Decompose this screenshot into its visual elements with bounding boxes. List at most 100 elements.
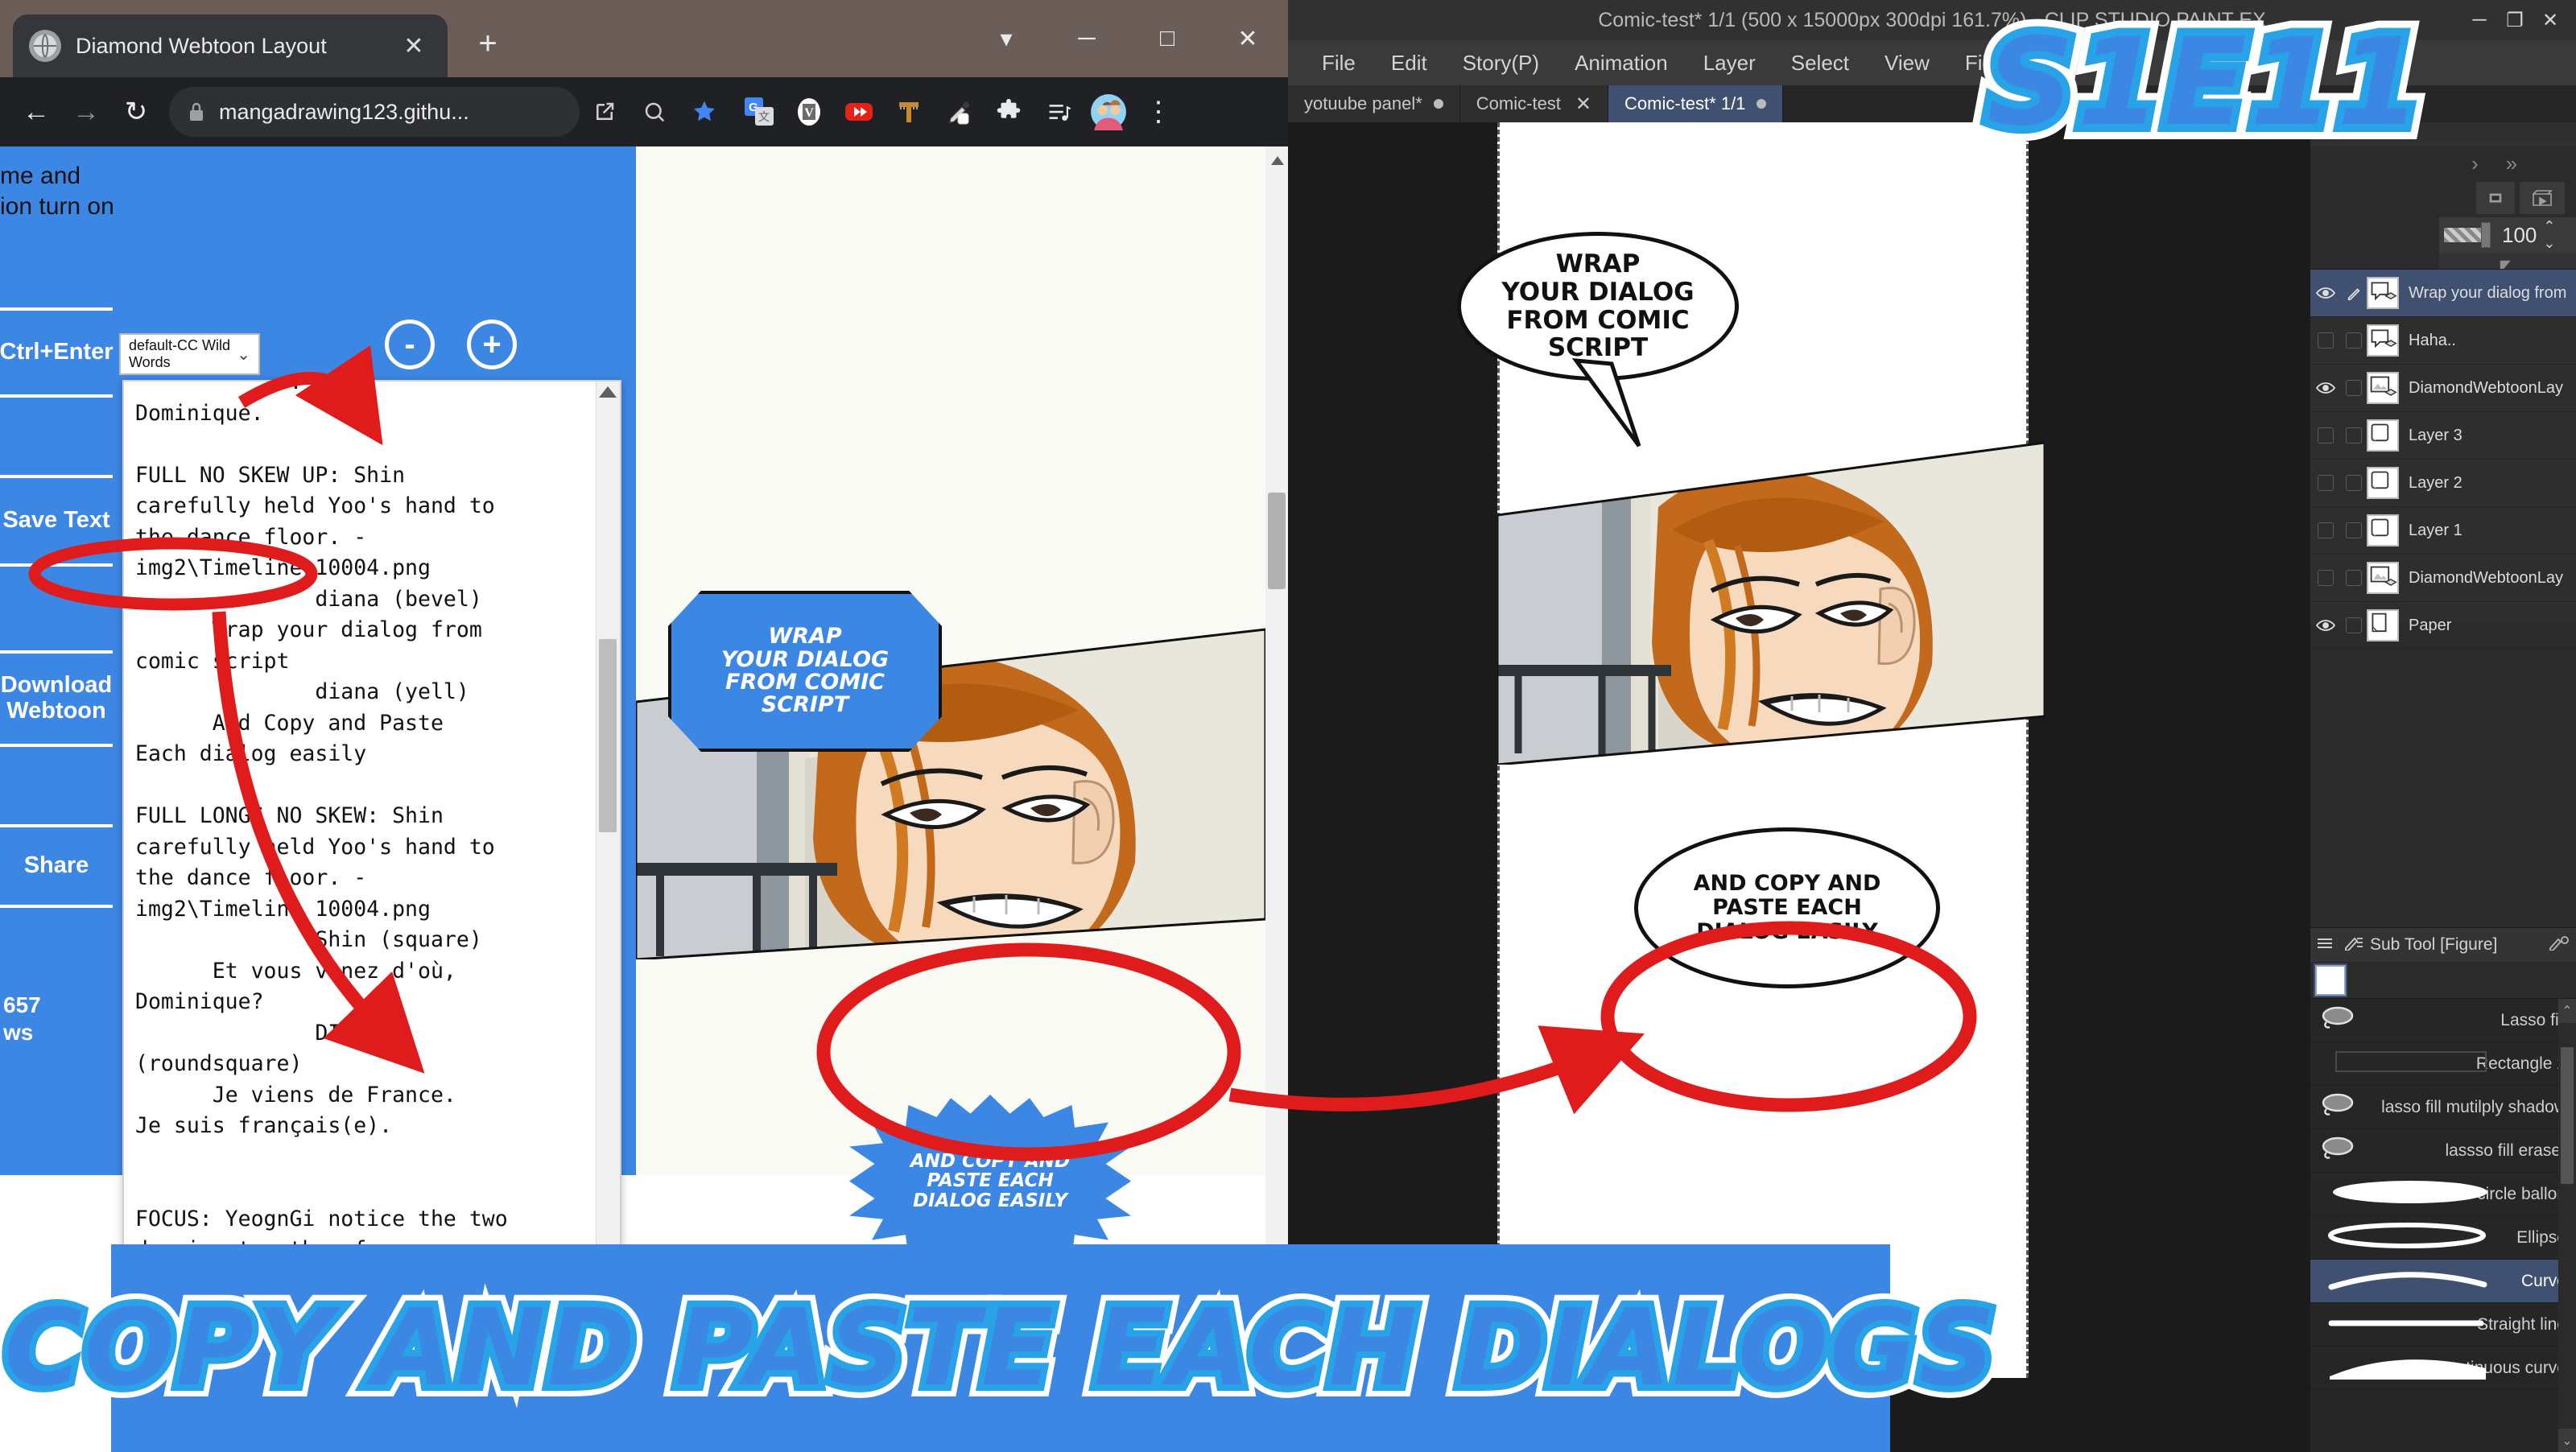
hamburger-icon[interactable] (2317, 935, 2333, 955)
csp-tab-comic-test-active[interactable]: Comic-test* 1/1 (1608, 85, 1784, 122)
layer-draw-checkbox[interactable] (2341, 522, 2367, 538)
layer-row[interactable]: Wrap your dialog from (2310, 270, 2576, 317)
subtool-row-circle-ballon[interactable]: circle ballon (2310, 1173, 2576, 1216)
sidebar-item-8[interactable] (0, 908, 113, 988)
sidebar-item-download-webtoon[interactable]: Download Webtoon (0, 654, 113, 747)
layer-draw-checkbox[interactable] (2341, 380, 2367, 396)
chrome-menu-chevron-icon[interactable]: ▾ (966, 0, 1046, 77)
scroll-up-arrow-icon[interactable] (599, 386, 617, 398)
next-arrow-icon[interactable]: › (2471, 151, 2479, 176)
subtool-row-lasso-fill-eraser[interactable]: lassso fill eraser (2310, 1129, 2576, 1173)
vimium-extension-icon[interactable]: V (784, 87, 834, 137)
layer-row[interactable]: Haha.. (2310, 317, 2576, 365)
layer-draw-checkbox[interactable] (2341, 475, 2367, 491)
opacity-slider-handle[interactable] (2481, 222, 2491, 248)
script-scrollbar-thumb[interactable] (599, 639, 617, 832)
subtool-scroll-up-icon[interactable]: ⌃ (2558, 999, 2576, 1023)
page-scroll-up-arrow-icon[interactable] (1271, 156, 1284, 165)
layer-row[interactable]: DiamondWebtoonLay (2310, 555, 2576, 602)
address-bar[interactable]: mangadrawing123.githu... (169, 87, 580, 137)
zoom-in-button[interactable]: + (467, 320, 517, 369)
search-icon[interactable] (630, 87, 679, 137)
sidebar-item-save-text[interactable]: Save Text (0, 478, 113, 567)
subtool-row-rectangle-2[interactable]: Rectangle 2 (2310, 1042, 2576, 1086)
sidebar-item-ctrl-enter[interactable]: Ctrl+Enter (0, 311, 114, 398)
sidebar-item-2[interactable] (0, 398, 113, 478)
layer-visibility-eye-icon[interactable] (2310, 382, 2341, 394)
chrome-more-menu-icon[interactable]: ⋮ (1133, 87, 1183, 137)
layer-visibility-checkbox[interactable] (2310, 522, 2341, 538)
csp-minimize-button[interactable]: ─ (2462, 0, 2497, 40)
csp-menu-story[interactable]: Story(P) (1445, 51, 1557, 76)
layer-visibility-eye-icon[interactable] (2310, 619, 2341, 632)
subtool-scroll-down-icon[interactable]: ⌄ (2558, 1429, 2576, 1452)
layer-draw-checkbox[interactable] (2341, 617, 2367, 633)
csp-menu-select[interactable]: Select (1773, 51, 1867, 76)
reload-button[interactable]: ↻ (111, 87, 161, 137)
playlist-extension-icon[interactable] (1034, 87, 1084, 137)
layer-draw-checkbox[interactable] (2341, 332, 2367, 349)
layer-visibility-checkbox[interactable] (2310, 475, 2341, 491)
layer-draw-pen-icon[interactable] (2341, 286, 2367, 300)
csp-tab-yotuube-panel[interactable]: yotuube panel* (1288, 85, 1460, 122)
csp-menu-view[interactable]: View (1867, 51, 1947, 76)
minimize-button[interactable]: ─ (1046, 0, 1127, 77)
subtool-active-swatch[interactable] (2314, 963, 2347, 997)
sidebar-item-0[interactable] (0, 224, 113, 311)
layer-row[interactable]: DiamondWebtoonLay (2310, 365, 2576, 412)
forward-button[interactable]: → (61, 87, 111, 137)
layer-draw-checkbox[interactable] (2341, 570, 2367, 586)
comic-script-panel[interactable]: ... Dominique. FULL NO SKEW UP: Shin car… (122, 380, 621, 1338)
subtool-row-curve[interactable]: Curve (2310, 1260, 2576, 1303)
maximize-button[interactable]: □ (1127, 0, 1208, 77)
csp-close-button[interactable]: ✕ (2533, 0, 2568, 40)
layer-visibility-eye-icon[interactable] (2310, 287, 2341, 299)
last-arrow-icon[interactable]: » (2506, 151, 2517, 176)
subtool-scrollbar[interactable]: ⌃ ⌄ (2558, 999, 2576, 1452)
back-button[interactable]: ← (11, 87, 61, 137)
sidebar-item-6[interactable] (0, 747, 113, 827)
subtool-settings-icon[interactable] (2549, 934, 2570, 955)
opacity-stepper[interactable]: ⌃ ⌄ (2543, 218, 2555, 252)
new-tab-button[interactable]: + (464, 19, 512, 68)
csp-menu-animation[interactable]: Animation (1557, 51, 1686, 76)
subtool-row-lasso-fill-multiply-shadow[interactable]: lasso fill mutilply shadow (2310, 1086, 2576, 1129)
layer-row[interactable]: Paper (2310, 602, 2576, 650)
avatar[interactable] (1084, 87, 1133, 137)
layer-visibility-checkbox[interactable] (2310, 570, 2341, 586)
zoom-out-button[interactable]: - (385, 320, 435, 369)
bookmark-star-icon[interactable] (679, 87, 729, 137)
layer-row[interactable]: Layer 3 (2310, 412, 2576, 460)
layer-row[interactable]: Layer 2 (2310, 460, 2576, 507)
layer-draw-checkbox[interactable] (2341, 427, 2367, 443)
open-in-new-icon[interactable] (580, 87, 630, 137)
eyedropper-extension-icon[interactable] (934, 87, 984, 137)
tab-close-icon[interactable]: ✕ (396, 28, 431, 64)
subtool-row-ellipse[interactable]: Ellipse (2310, 1216, 2576, 1260)
font-select[interactable]: default-CC Wild Words ⌄ (119, 333, 260, 375)
close-button[interactable]: ✕ (1208, 0, 1288, 77)
csp-tab-close-icon[interactable]: ✕ (1575, 93, 1591, 116)
google-translate-extension-icon[interactable]: G 文 (734, 87, 784, 137)
layer-row[interactable]: Layer 1 (2310, 507, 2576, 555)
opacity-slider-track[interactable] (2444, 228, 2481, 242)
csp-layer-panel[interactable]: Wrap your dialog from Haha.. DiamondWebt… (2310, 269, 2576, 650)
csp-menu-edit[interactable]: Edit (1373, 51, 1445, 76)
script-scrollbar[interactable] (596, 382, 620, 1336)
layer-visibility-checkbox[interactable] (2310, 332, 2341, 349)
layer-visibility-checkbox[interactable] (2310, 427, 2341, 443)
browser-tab[interactable]: Diamond Webtoon Layout ✕ (13, 14, 448, 77)
csp-subtool-panel[interactable]: Sub Tool [Figure] Lasso fill Rectangle 2… (2310, 927, 2576, 1452)
subtool-row-straight-line[interactable]: Straight line (2310, 1303, 2576, 1347)
layer-mask-icon[interactable] (2476, 182, 2515, 214)
csp-menu-layer[interactable]: Layer (1686, 51, 1773, 76)
youtube-speed-extension-icon[interactable] (834, 87, 884, 137)
csp-menu-file[interactable]: File (1304, 51, 1373, 76)
subtool-scrollbar-thumb[interactable] (2561, 1047, 2574, 1184)
subtool-row-continuous-curve[interactable]: Continuous curve (2310, 1347, 2576, 1390)
page-scrollbar-thumb[interactable] (1268, 493, 1286, 589)
extensions-puzzle-icon[interactable] (984, 87, 1034, 137)
sidebar-item-share[interactable]: Share (0, 827, 113, 908)
animation-folder-icon[interactable] (2520, 182, 2565, 214)
csp-tab-comic-test[interactable]: Comic-test ✕ (1459, 85, 1609, 122)
